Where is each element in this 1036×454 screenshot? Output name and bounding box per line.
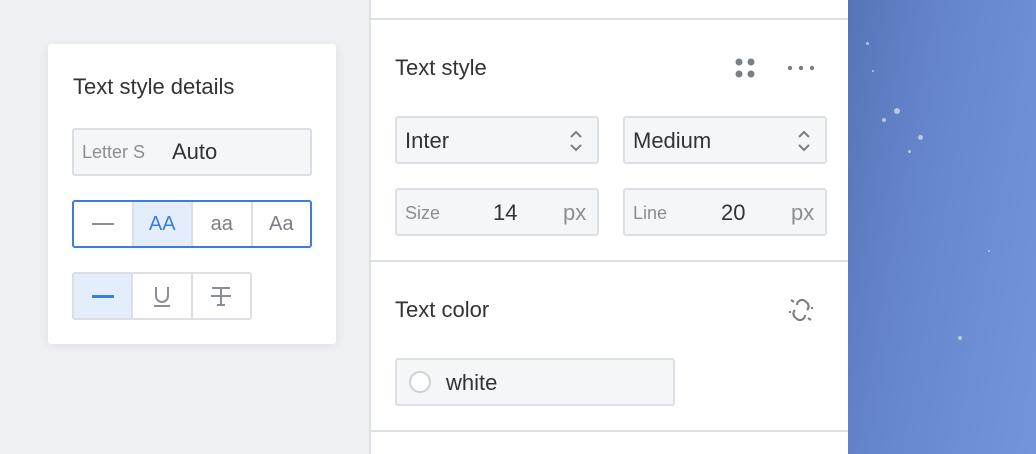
font-weight-select[interactable]: Medium bbox=[623, 116, 827, 164]
dash-icon bbox=[91, 223, 114, 225]
color-value: white bbox=[446, 370, 498, 395]
decoration-none-button[interactable] bbox=[74, 274, 134, 318]
canvas-background-image bbox=[848, 0, 1036, 454]
letter-spacing-value: Auto bbox=[172, 139, 218, 164]
size-value: 14 bbox=[493, 200, 518, 225]
grid-dots-icon[interactable] bbox=[729, 52, 761, 84]
line-unit: px bbox=[791, 200, 815, 225]
strikethrough-icon bbox=[211, 287, 232, 306]
speck bbox=[958, 336, 962, 340]
chevron-up-down-icon bbox=[798, 130, 810, 152]
letter-spacing-label: Letter S bbox=[82, 142, 146, 162]
font-size-input[interactable]: Size 14 px bbox=[395, 188, 599, 236]
divider bbox=[371, 430, 848, 432]
text-color-field[interactable]: white bbox=[395, 358, 675, 406]
dash-icon bbox=[91, 294, 114, 298]
underline-icon bbox=[153, 287, 170, 307]
speck bbox=[866, 42, 869, 45]
speck bbox=[988, 250, 990, 252]
case-lowercase-button[interactable]: aa bbox=[193, 202, 253, 246]
speck bbox=[908, 150, 911, 153]
font-weight-value: Medium bbox=[633, 128, 712, 153]
decoration-underline-button[interactable] bbox=[133, 274, 193, 318]
text-color-title: Text color bbox=[395, 297, 490, 322]
text-decoration-segmented-control bbox=[72, 272, 252, 320]
case-uppercase-button[interactable]: AA bbox=[133, 202, 193, 246]
speck bbox=[872, 70, 874, 72]
line-label: Line bbox=[633, 203, 668, 223]
font-family-value: Inter bbox=[405, 128, 450, 153]
size-unit: px bbox=[563, 200, 587, 225]
letter-spacing-field[interactable]: Letter S Auto bbox=[72, 128, 312, 176]
text-style-title: Text style bbox=[395, 55, 487, 80]
speck bbox=[918, 135, 923, 140]
chevron-up-down-icon bbox=[570, 130, 582, 152]
more-horizontal-icon[interactable] bbox=[785, 52, 817, 84]
divider bbox=[371, 260, 848, 262]
text-case-segmented-control: AA aa Aa bbox=[72, 200, 312, 248]
case-titlecase-button[interactable]: Aa bbox=[252, 202, 310, 246]
color-swatch[interactable] bbox=[409, 371, 431, 393]
properties-panel: Text style Inter Medium Size 14 px Line … bbox=[369, 0, 848, 454]
line-height-input[interactable]: Line 20 px bbox=[623, 188, 827, 236]
font-family-select[interactable]: Inter bbox=[395, 116, 599, 164]
text-style-details-popover: Text style details Letter S Auto AA aa A… bbox=[48, 44, 336, 344]
speck bbox=[882, 118, 886, 122]
popover-title: Text style details bbox=[73, 74, 235, 99]
decoration-strikethrough-button[interactable] bbox=[192, 274, 250, 318]
speck bbox=[894, 108, 900, 114]
size-label: Size bbox=[405, 203, 441, 223]
case-none-button[interactable] bbox=[74, 202, 134, 246]
divider bbox=[371, 18, 848, 20]
line-value: 20 bbox=[721, 200, 746, 225]
detach-style-icon[interactable] bbox=[785, 294, 817, 326]
